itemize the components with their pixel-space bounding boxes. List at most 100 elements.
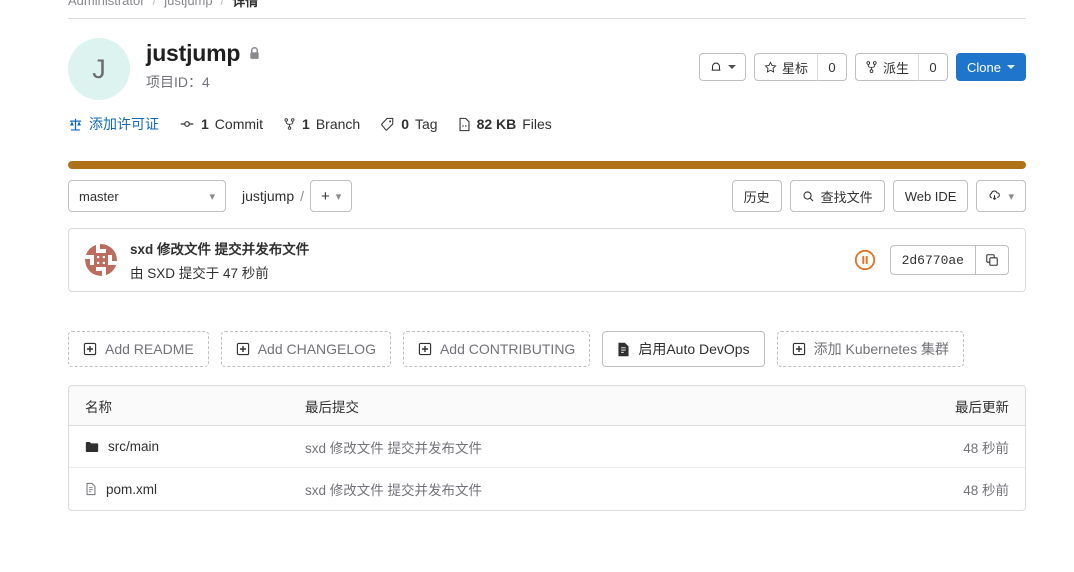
lock-icon [248,46,261,61]
add-readme-button[interactable]: Add README [68,331,209,367]
find-file-button[interactable]: 查找文件 [789,180,885,212]
add-contributing-label: Add CONTRIBUTING [439,341,576,357]
plus-square-icon [792,342,806,356]
file-name-cell: src/main [85,439,305,454]
breadcrumb-item-group[interactable]: Administrator [68,0,145,8]
file-name-cell: pom.xml [85,482,305,497]
breadcrumb-item-project[interactable]: justjump [164,0,212,8]
enable-auto-devops-button[interactable]: 启用Auto DevOps [602,331,765,367]
clone-label: Clone [967,59,1001,75]
branch-selector[interactable]: master ▾ [68,180,226,212]
commit-author-avatar [85,244,117,276]
file-name-link[interactable]: src/main [108,439,159,454]
quick-action-buttons: Add README Add CHANGELOG Add CONTRIBUTIN… [68,331,1026,367]
folder-icon [85,441,99,453]
file-tree-table: 名称 最后提交 最后更新 src/main sxd 修改文件 提交并发布文件 4… [68,385,1026,511]
add-kubernetes-cluster-button[interactable]: 添加 Kubernetes 集群 [776,331,964,367]
file-commit-message[interactable]: sxd 修改文件 提交并发布文件 [305,479,889,499]
language-bar[interactable] [68,161,1026,169]
history-button[interactable]: 历史 [731,180,782,212]
web-ide-label: Web IDE [904,188,957,204]
breadcrumb-separator: / [152,0,157,8]
project-overview-page: Administrator / justjump / 详情 J justjump… [0,0,1074,572]
project-stats: 添加许可证 1 Commit 1 Branch 0 Tag 82 KB File… [68,114,552,134]
commit-sha-group: 2d6770ae [889,245,1009,275]
breadcrumb: Administrator / justjump / 详情 [68,0,258,10]
table-row[interactable]: pom.xml sxd 修改文件 提交并发布文件 48 秒前 [69,468,1025,510]
commit-subtitle: 由 SXD 提交于 47 秒前 [130,266,269,281]
repo-size-value: 82 KB [476,116,517,132]
pipeline-pending-icon[interactable] [854,249,876,271]
page-title: justjump [146,40,241,66]
path-root-link[interactable]: justjump [242,188,294,204]
add-changelog-button[interactable]: Add CHANGELOG [220,331,391,367]
clone-button[interactable]: Clone [956,53,1026,81]
star-label: 星标 [782,60,809,76]
chevron-down-icon [1007,65,1015,69]
commit-count-value: 1 [201,116,209,132]
tag-icon [380,117,395,131]
repo-size: 82 KB Files [458,116,552,132]
chevron-down-icon: ▾ [335,190,342,203]
path-breadcrumb: justjump / [242,188,304,204]
scale-icon [68,117,83,132]
commit-sha[interactable]: 2d6770ae [889,245,975,275]
breadcrumb-item-current: 详情 [232,0,259,9]
repository-toolbar-actions: 历史 查找文件 Web IDE ▾ [731,180,1026,212]
doc-icon [617,342,630,357]
add-contributing-button[interactable]: Add CONTRIBUTING [402,331,591,367]
breadcrumb-separator: / [220,0,225,8]
file-updated-time: 48 秒前 [963,440,1009,456]
column-header-commit: 最后提交 [305,399,359,415]
project-id: 项目ID：4 [146,74,210,90]
add-to-tree-button[interactable]: + ▾ [310,180,353,212]
branch-count[interactable]: 1 Branch [283,116,360,132]
tag-count[interactable]: 0 Tag [380,116,438,132]
commit-title[interactable]: sxd 修改文件 提交并发布文件 [130,238,309,258]
branch-count-label: Branch [315,116,361,132]
breadcrumb-divider [68,18,1026,19]
commit-count-label: Commit [214,116,264,132]
branch-count-value: 1 [302,116,310,132]
download-source-button[interactable]: ▾ [976,180,1026,212]
copy-icon[interactable] [975,245,1009,275]
language-segment-java [68,161,1026,169]
last-commit-box: sxd 修改文件 提交并发布文件 由 SXD 提交于 47 秒前 2d6770a… [68,228,1026,292]
notification-dropdown-button[interactable] [699,53,746,81]
plus-icon: + [321,187,330,205]
chevron-down-icon: ▾ [209,190,215,203]
search-icon [802,190,815,203]
file-name-link[interactable]: pom.xml [106,482,157,497]
fork-icon [865,60,878,74]
star-count: 0 [817,53,848,81]
add-changelog-label: Add CHANGELOG [257,341,376,357]
plus-square-icon [236,342,250,356]
project-meta: justjump 项目ID：4 [146,38,261,92]
commit-count[interactable]: 1 Commit [179,116,263,132]
repository-toolbar: master ▾ justjump / + ▾ 历史 查找文件 Web IDE … [68,180,1026,212]
file-commit-message[interactable]: sxd 修改文件 提交并发布文件 [305,437,889,457]
plus-square-icon [83,342,97,356]
file-updated-time: 48 秒前 [963,483,1009,498]
fork-button[interactable]: 派生 [855,53,919,81]
fork-label: 派生 [883,60,910,76]
add-readme-label: Add README [105,341,194,357]
branch-icon [283,117,296,131]
file-size-icon [458,117,471,132]
add-license-link[interactable]: 添加许可证 [68,114,159,134]
project-header: J justjump 项目ID：4 星标 0 派生 0 Clone [68,38,1026,100]
tag-count-value: 0 [401,116,409,132]
branch-selector-value: master [79,188,119,204]
table-row[interactable]: src/main sxd 修改文件 提交并发布文件 48 秒前 [69,426,1025,468]
fork-count: 0 [918,53,949,81]
star-button[interactable]: 星标 [754,53,818,81]
web-ide-button[interactable]: Web IDE [892,180,969,212]
history-label: 历史 [743,189,770,205]
file-tree-header: 名称 最后提交 最后更新 [69,386,1025,426]
bell-icon [709,60,723,74]
chevron-down-icon: ▾ [1008,190,1014,203]
star-button-group: 星标 0 [754,53,848,81]
enable-auto-devops-label: 启用Auto DevOps [638,341,750,357]
star-icon [764,60,777,74]
fork-button-group: 派生 0 [855,53,949,81]
